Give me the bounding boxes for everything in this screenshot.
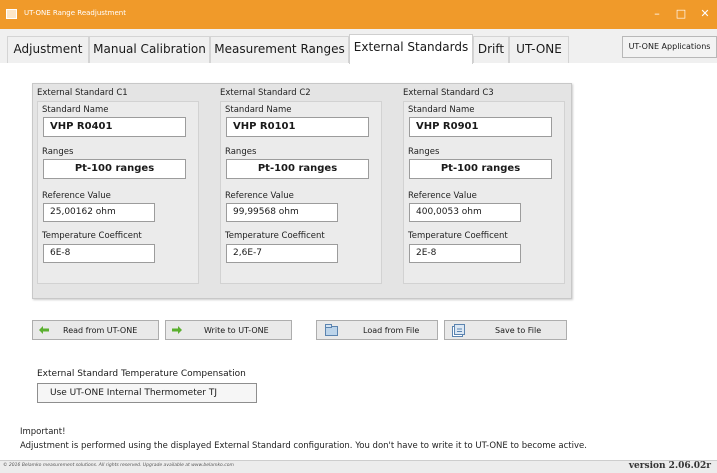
- standard-title: External Standard C1: [37, 88, 128, 98]
- standard-name-label: Standard Name: [42, 105, 109, 115]
- window-title: UT-ONE Range Readjustment: [24, 9, 126, 17]
- write-button-label: Write to UT-ONE: [204, 326, 269, 335]
- load-from-file-button[interactable]: Load from File: [316, 320, 438, 340]
- standard-title: External Standard C3: [403, 88, 494, 98]
- save-file-icon: [452, 324, 465, 337]
- standard-name-label: Standard Name: [225, 105, 292, 115]
- ranges-label: Ranges: [408, 147, 440, 157]
- reference-value-field[interactable]: 99,99568 ohm: [226, 203, 338, 222]
- temperature-coefficient-field[interactable]: 2E-8: [409, 244, 521, 263]
- ranges-field[interactable]: Pt-100 ranges: [43, 159, 186, 179]
- tab-external-standards[interactable]: External Standards: [349, 34, 473, 64]
- arrow-left-icon: [39, 326, 49, 334]
- standard-title: External Standard C2: [220, 88, 311, 98]
- standard-fields: Standard Name VHP R0401 Ranges Pt-100 ra…: [37, 101, 199, 284]
- reference-value-field[interactable]: 400,0053 ohm: [409, 203, 521, 222]
- standard-fields: Standard Name VHP R0101 Ranges Pt-100 ra…: [220, 101, 382, 284]
- minimize-button[interactable]: –: [646, 4, 668, 24]
- important-heading: Important!: [20, 427, 66, 437]
- reference-value-label: Reference Value: [42, 191, 111, 201]
- close-button[interactable]: ✕: [694, 4, 716, 24]
- app-icon: [6, 9, 17, 19]
- standard-fields: Standard Name VHP R0901 Ranges Pt-100 ra…: [403, 101, 565, 284]
- ranges-label: Ranges: [42, 147, 74, 157]
- maximize-button[interactable]: □: [670, 4, 692, 24]
- ranges-field[interactable]: Pt-100 ranges: [409, 159, 552, 179]
- external-standard-c2: External Standard C2 Standard Name VHP R…: [216, 84, 386, 284]
- tab-drift[interactable]: Drift: [473, 36, 509, 63]
- status-bar: © 2016 Belamko measurement solutions. Al…: [0, 460, 717, 473]
- ranges-field[interactable]: Pt-100 ranges: [226, 159, 369, 179]
- save-to-file-button[interactable]: Save to File: [444, 320, 567, 340]
- tab-measurement-ranges[interactable]: Measurement Ranges: [210, 36, 349, 63]
- write-to-ut-one-button[interactable]: Write to UT-ONE: [165, 320, 292, 340]
- save-button-label: Save to File: [495, 326, 542, 335]
- copyright-text: © 2016 Belamko measurement solutions. Al…: [3, 463, 234, 468]
- tab-ut-one[interactable]: UT-ONE: [509, 36, 569, 63]
- standard-name-label: Standard Name: [408, 105, 475, 115]
- temperature-compensation-select[interactable]: Use UT-ONE Internal Thermometer TJ: [37, 383, 257, 403]
- tab-manual-calibration[interactable]: Manual Calibration: [89, 36, 210, 63]
- external-standard-c3: External Standard C3 Standard Name VHP R…: [399, 84, 569, 284]
- external-standards-panel: External Standard C1 Standard Name VHP R…: [0, 63, 717, 460]
- temperature-compensation-label: External Standard Temperature Compensati…: [37, 369, 246, 379]
- temperature-coefficient-field[interactable]: 6E-8: [43, 244, 155, 263]
- title-bar: UT-ONE Range Readjustment – □ ✕: [0, 0, 717, 29]
- tab-strip: Adjustment Manual Calibration Measuremen…: [0, 29, 717, 64]
- ut-one-applications-button[interactable]: UT-ONE Applications: [622, 36, 717, 58]
- open-file-icon: [325, 324, 338, 336]
- ranges-label: Ranges: [225, 147, 257, 157]
- standard-name-field[interactable]: VHP R0901: [409, 117, 552, 137]
- standard-name-field[interactable]: VHP R0401: [43, 117, 186, 137]
- read-button-label: Read from UT-ONE: [63, 326, 138, 335]
- reference-value-label: Reference Value: [225, 191, 294, 201]
- external-standard-c1: External Standard C1 Standard Name VHP R…: [33, 84, 203, 284]
- reference-value-field[interactable]: 25,00162 ohm: [43, 203, 155, 222]
- reference-value-label: Reference Value: [408, 191, 477, 201]
- load-button-label: Load from File: [363, 326, 420, 335]
- external-standards-group: External Standard C1 Standard Name VHP R…: [32, 83, 572, 299]
- temperature-coefficient-label: Temperature Coefficent: [408, 231, 508, 241]
- version-label: version 2.06.02r: [628, 461, 711, 471]
- temperature-coefficient-field[interactable]: 2,6E-7: [226, 244, 338, 263]
- arrow-right-icon: [172, 326, 182, 334]
- temperature-coefficient-label: Temperature Coefficent: [225, 231, 325, 241]
- important-message: Adjustment is performed using the displa…: [20, 441, 587, 451]
- tab-adjustment[interactable]: Adjustment: [7, 36, 89, 63]
- standard-name-field[interactable]: VHP R0101: [226, 117, 369, 137]
- temperature-coefficient-label: Temperature Coefficent: [42, 231, 142, 241]
- read-from-ut-one-button[interactable]: Read from UT-ONE: [32, 320, 159, 340]
